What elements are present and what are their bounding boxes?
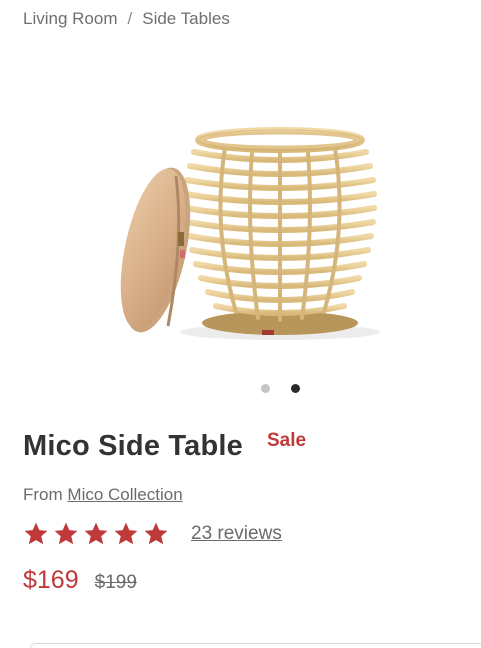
- star-icon: [84, 522, 108, 545]
- gallery-dot-2-active[interactable]: [291, 384, 300, 393]
- gallery-pagination: [0, 384, 481, 396]
- breadcrumb: Living Room / Side Tables: [23, 9, 230, 29]
- sale-badge: Sale: [267, 430, 307, 451]
- star-icon: [54, 522, 78, 545]
- collection-row: From Mico Collection: [23, 485, 183, 505]
- original-price: $199: [94, 572, 137, 593]
- breadcrumb-separator: /: [127, 9, 133, 28]
- star-rating: [23, 521, 173, 547]
- star-icon: [114, 522, 138, 545]
- breadcrumb-living-room[interactable]: Living Room: [23, 9, 118, 29]
- star-icon: [24, 522, 48, 545]
- rating-row: 23 reviews: [23, 521, 282, 547]
- title-row: Mico Side Table Sale: [23, 430, 306, 463]
- product-gallery[interactable]: [0, 40, 481, 370]
- price-row: $169 $199: [23, 566, 137, 595]
- reviews-link[interactable]: 23 reviews: [191, 523, 282, 545]
- product-title: Mico Side Table: [23, 430, 244, 462]
- product-image[interactable]: [0, 40, 481, 370]
- next-section-edge: [30, 643, 481, 648]
- gallery-dot-1[interactable]: [261, 384, 270, 393]
- sale-price: $169: [23, 566, 79, 594]
- collection-link[interactable]: Mico Collection: [67, 485, 182, 504]
- from-label: From: [23, 485, 63, 504]
- breadcrumb-side-tables[interactable]: Side Tables: [142, 9, 230, 29]
- star-icon: [144, 522, 168, 545]
